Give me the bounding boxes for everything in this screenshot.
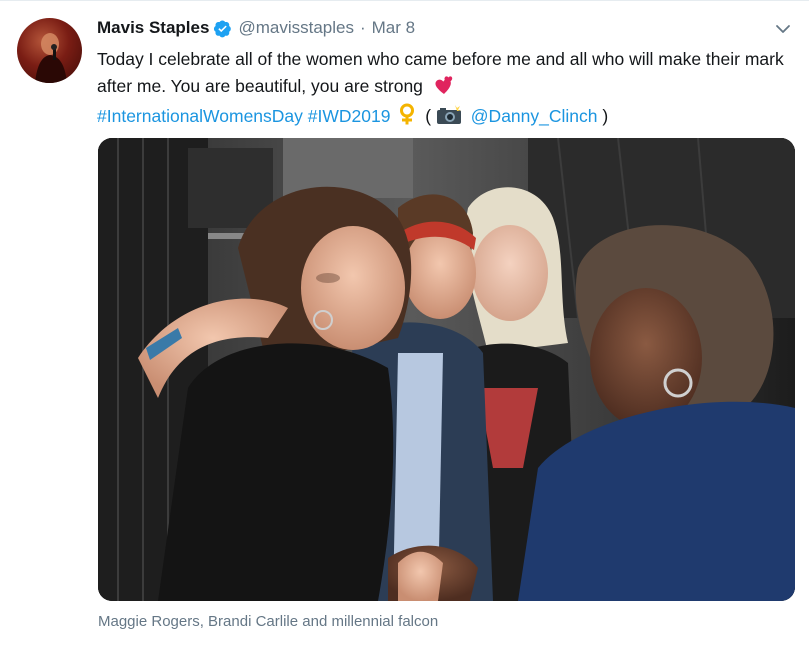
handle[interactable]: @mavisstaples (238, 15, 354, 41)
verified-badge-icon (213, 19, 232, 38)
mention-danny-clinch[interactable]: @Danny_Clinch (471, 106, 598, 126)
paren-close: ) (602, 106, 609, 126)
tweet-content: Mavis Staples @mavisstaples · Mar 8 Toda… (97, 15, 795, 133)
tweet-date[interactable]: Mar 8 (372, 15, 415, 41)
chevron-down-icon[interactable] (773, 19, 793, 39)
tweet-card[interactable]: Mavis Staples @mavisstaples · Mar 8 Toda… (0, 0, 809, 649)
avatar[interactable] (17, 18, 82, 83)
photo-caption: Maggie Rogers, Brandi Carlile and millen… (98, 613, 439, 630)
female-sign-emoji (398, 103, 416, 133)
tweet-header: Mavis Staples @mavisstaples · Mar 8 (97, 15, 795, 41)
tweet-photo[interactable] (98, 138, 795, 601)
two-hearts-emoji (431, 73, 455, 103)
hashtag-international-womens-day[interactable]: #InternationalWomensDay (97, 106, 303, 126)
display-name[interactable]: Mavis Staples (97, 15, 209, 41)
camera-with-flash-emoji (436, 105, 462, 133)
hashtag-iwd2019[interactable]: #IWD2019 (308, 106, 391, 126)
separator-dot: · (359, 18, 366, 37)
tweet-text: Today I celebrate all of the women who c… (97, 46, 787, 133)
paren-open: ( (425, 106, 432, 126)
